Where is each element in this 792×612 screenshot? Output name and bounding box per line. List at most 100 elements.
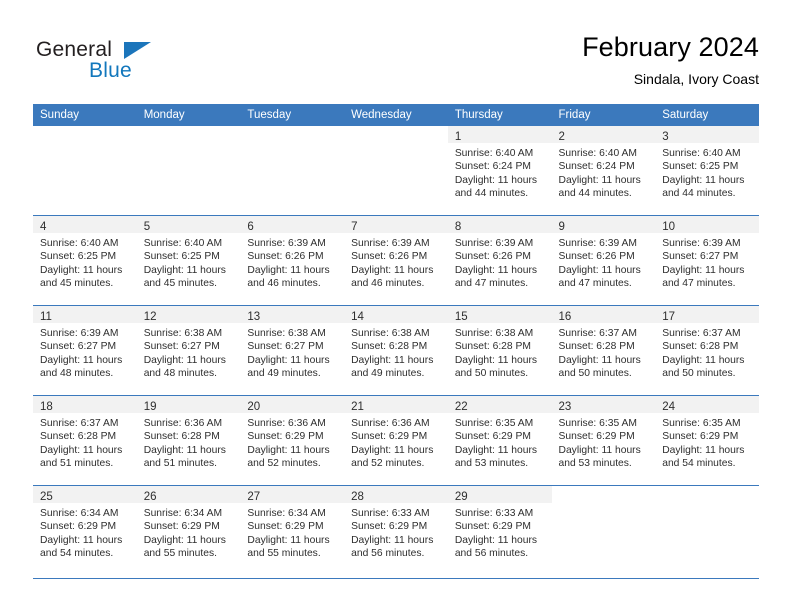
day-number: 28 <box>351 491 364 503</box>
sunset-text: Sunset: 6:29 PM <box>351 521 428 533</box>
daylight-text-line1: Daylight: 11 hours <box>247 264 330 276</box>
day-cell-inner: 17 Sunrise: 6:37 AM Sunset: 6:28 PM Dayligh… <box>655 306 759 395</box>
daylight-text-line2: and 55 minutes. <box>143 547 217 559</box>
daylight-text-line2: and 46 minutes. <box>351 277 425 289</box>
calendar-day-cell[interactable]: 8 Sunrise: 6:39 AM Sunset: 6:26 PM Daylight… <box>447 215 552 306</box>
day-number: 20 <box>247 401 261 413</box>
day-number-band: 19 <box>136 396 241 413</box>
calendar-day-cell[interactable]: 24 Sunrise: 6:35 AM Sunset: 6:29 PM Dayligh… <box>655 395 759 486</box>
calendar-day-cell[interactable]: 26 Sunrise: 6:34 AM Sunset: 6:29 PM Dayligh… <box>136 485 241 575</box>
calendar-day-cell[interactable]: 21 Sunrise: 6:36 AM Sunset: 6:29 PM Dayligh… <box>344 395 448 486</box>
day-details: Sunrise: 6:35 AM Sunset: 6:29 PM Daylight:… <box>552 413 656 470</box>
calendar-day-cell[interactable]: 16 Sunrise: 6:37 AM Sunset: 6:28 PM Dayligh… <box>551 305 656 396</box>
sunset-text: Sunset: 6:24 PM <box>454 161 531 173</box>
day-cell-inner: 16 Sunrise: 6:37 AM Sunset: 6:28 PM Dayligh… <box>551 306 656 395</box>
day-number-band <box>136 126 241 143</box>
calendar-page: General Blue February 2024 Sindala, Ivor… <box>0 0 792 612</box>
daylight-text-line1: Daylight: 11 hours <box>351 444 434 456</box>
day-details: Sunrise: 6:40 AM Sunset: 6:24 PM Daylight:… <box>552 143 656 200</box>
sunrise-text: Sunrise: 6:39 AM <box>454 238 534 249</box>
day-number-band: 25 <box>33 486 137 503</box>
calendar-day-cell[interactable]: 17 Sunrise: 6:37 AM Sunset: 6:28 PM Dayligh… <box>655 305 759 396</box>
sunset-text: Sunset: 6:26 PM <box>558 251 635 263</box>
calendar-day-cell[interactable]: 22 Sunrise: 6:35 AM Sunset: 6:29 PM Dayligh… <box>447 395 552 486</box>
day-number: 4 <box>40 221 47 233</box>
sunrise-text: Sunrise: 6:38 AM <box>143 328 223 339</box>
daylight-text-line2: and 55 minutes. <box>247 547 321 559</box>
calendar-day-cell[interactable]: 1 Sunrise: 6:40 AM Sunset: 6:24 PM Daylight… <box>447 126 552 216</box>
calendar-day-cell[interactable]: 10 Sunrise: 6:39 AM Sunset: 6:27 PM Dayligh… <box>655 215 759 306</box>
daylight-text-line2: and 51 minutes. <box>143 457 217 469</box>
calendar-day-cell[interactable]: 25 Sunrise: 6:34 AM Sunset: 6:29 PM Dayligh… <box>33 485 137 575</box>
day-details: Sunrise: 6:37 AM Sunset: 6:28 PM Daylight:… <box>552 323 656 380</box>
calendar-day-cell[interactable]: 23 Sunrise: 6:35 AM Sunset: 6:29 PM Dayligh… <box>551 395 656 486</box>
calendar-day-cell[interactable]: 29 Sunrise: 6:33 AM Sunset: 6:29 PM Dayligh… <box>447 485 552 575</box>
daylight-text-line2: and 47 minutes. <box>454 277 529 289</box>
daylight-text-line2: and 50 minutes. <box>454 367 529 379</box>
day-details: Sunrise: 6:34 AM Sunset: 6:29 PM Daylight:… <box>240 503 344 560</box>
calendar-day-cell[interactable]: 4 Sunrise: 6:40 AM Sunset: 6:25 PM Daylight… <box>33 215 137 306</box>
sunset-text: Sunset: 6:29 PM <box>351 431 428 443</box>
sunset-text: Sunset: 6:28 PM <box>662 341 739 353</box>
day-number-band: 2 <box>551 126 656 143</box>
calendar-day-cell[interactable]: 13 Sunrise: 6:38 AM Sunset: 6:27 PM Dayligh… <box>240 305 345 396</box>
calendar-day-cell[interactable]: 20 Sunrise: 6:36 AM Sunset: 6:29 PM Dayligh… <box>240 395 345 486</box>
calendar-day-cell <box>551 485 656 575</box>
daylight-text-line2: and 50 minutes. <box>662 367 736 379</box>
calendar-day-cell[interactable]: 2 Sunrise: 6:40 AM Sunset: 6:24 PM Daylight… <box>551 126 656 216</box>
sunrise-text: Sunrise: 6:37 AM <box>662 328 741 339</box>
day-number: 25 <box>40 491 53 503</box>
page-header: General Blue February 2024 Sindala, Ivor… <box>33 30 759 98</box>
weekday-header-wednesday: Wednesday <box>344 104 448 126</box>
day-details <box>137 143 241 147</box>
logo-triangle-icon <box>124 42 151 59</box>
page-subtitle: Sindala, Ivory Coast <box>633 71 759 87</box>
day-details: Sunrise: 6:40 AM Sunset: 6:24 PM Daylight:… <box>448 143 552 200</box>
day-cell-inner <box>136 126 241 215</box>
calendar-day-cell[interactable]: 5 Sunrise: 6:40 AM Sunset: 6:25 PM Daylight… <box>136 215 241 306</box>
calendar-day-cell[interactable]: 12 Sunrise: 6:38 AM Sunset: 6:27 PM Dayligh… <box>136 305 241 396</box>
daylight-text-line2: and 54 minutes. <box>40 547 114 559</box>
sunrise-text: Sunrise: 6:35 AM <box>454 418 534 429</box>
daylight-text-line2: and 49 minutes. <box>351 367 425 379</box>
day-number-band <box>240 126 345 143</box>
calendar-day-cell[interactable]: 19 Sunrise: 6:36 AM Sunset: 6:28 PM Dayligh… <box>136 395 241 486</box>
calendar-day-cell[interactable]: 6 Sunrise: 6:39 AM Sunset: 6:26 PM Daylight… <box>240 215 345 306</box>
calendar-day-cell[interactable]: 3 Sunrise: 6:40 AM Sunset: 6:25 PM Daylight… <box>655 126 759 216</box>
daylight-text-line1: Daylight: 11 hours <box>558 354 641 366</box>
daylight-text-line1: Daylight: 11 hours <box>40 264 123 276</box>
calendar-bottom-rule <box>33 578 759 579</box>
day-details: Sunrise: 6:35 AM Sunset: 6:29 PM Daylight:… <box>655 413 759 470</box>
day-cell-inner: 10 Sunrise: 6:39 AM Sunset: 6:27 PM Dayligh… <box>655 216 759 305</box>
day-number-band: 9 <box>551 216 656 233</box>
daylight-text-line1: Daylight: 11 hours <box>662 354 745 366</box>
calendar-day-cell[interactable]: 15 Sunrise: 6:38 AM Sunset: 6:28 PM Dayligh… <box>447 305 552 396</box>
day-cell-inner: 13 Sunrise: 6:38 AM Sunset: 6:27 PM Dayligh… <box>240 306 345 395</box>
calendar-day-cell[interactable]: 11 Sunrise: 6:39 AM Sunset: 6:27 PM Dayligh… <box>33 305 137 396</box>
daylight-text-line1: Daylight: 11 hours <box>454 534 538 546</box>
day-number-band: 8 <box>447 216 552 233</box>
calendar-day-cell[interactable]: 7 Sunrise: 6:39 AM Sunset: 6:26 PM Daylight… <box>344 215 448 306</box>
calendar-day-cell[interactable]: 14 Sunrise: 6:38 AM Sunset: 6:28 PM Dayligh… <box>344 305 448 396</box>
day-number: 22 <box>454 401 468 413</box>
daylight-text-line1: Daylight: 11 hours <box>40 354 123 366</box>
daylight-text-line2: and 47 minutes. <box>558 277 632 289</box>
sunrise-text: Sunrise: 6:40 AM <box>558 148 637 159</box>
weekday-header-thursday: Thursday <box>447 104 552 126</box>
calendar-day-cell[interactable]: 18 Sunrise: 6:37 AM Sunset: 6:28 PM Dayligh… <box>33 395 137 486</box>
calendar-day-cell[interactable]: 28 Sunrise: 6:33 AM Sunset: 6:29 PM Dayligh… <box>344 485 448 575</box>
day-cell-inner: 20 Sunrise: 6:36 AM Sunset: 6:29 PM Dayligh… <box>240 396 345 485</box>
day-cell-inner: 18 Sunrise: 6:37 AM Sunset: 6:28 PM Dayligh… <box>33 396 137 485</box>
day-cell-inner: 25 Sunrise: 6:34 AM Sunset: 6:29 PM Dayligh… <box>33 486 137 575</box>
calendar-week-row: 25 Sunrise: 6:34 AM Sunset: 6:29 PM Dayligh… <box>33 485 759 575</box>
day-number-band: 15 <box>447 306 552 323</box>
calendar-day-cell[interactable]: 9 Sunrise: 6:39 AM Sunset: 6:26 PM Daylight… <box>551 215 656 306</box>
day-details: Sunrise: 6:39 AM Sunset: 6:26 PM Daylight:… <box>552 233 656 290</box>
calendar-day-cell[interactable]: 27 Sunrise: 6:34 AM Sunset: 6:29 PM Dayligh… <box>240 485 345 575</box>
day-number: 21 <box>351 401 364 413</box>
day-cell-inner <box>33 126 137 215</box>
day-number-band: 18 <box>33 396 137 413</box>
day-cell-inner: 7 Sunrise: 6:39 AM Sunset: 6:26 PM Daylight… <box>344 216 448 305</box>
day-number-band: 27 <box>240 486 345 503</box>
day-cell-inner: 8 Sunrise: 6:39 AM Sunset: 6:26 PM Daylight… <box>447 216 552 305</box>
